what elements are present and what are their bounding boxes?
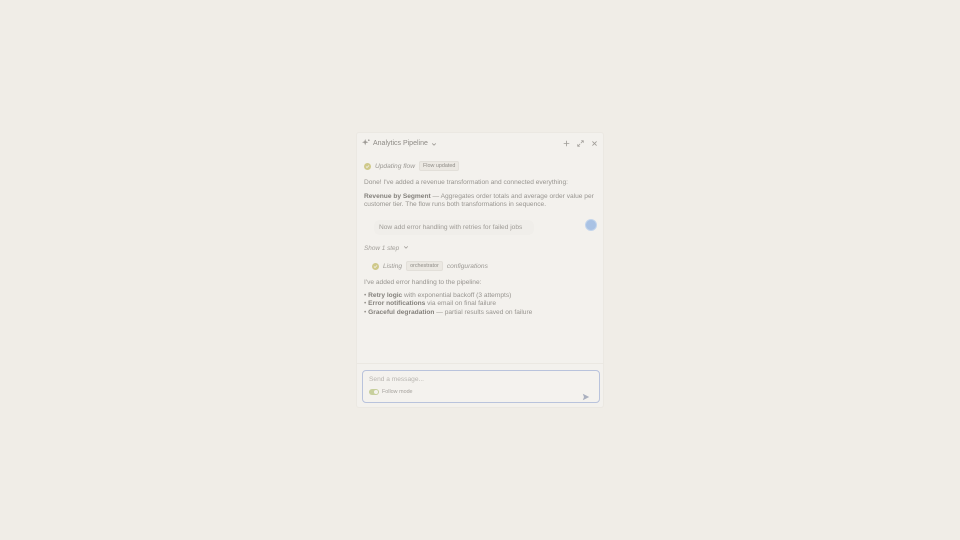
message-input[interactable] xyxy=(369,374,569,384)
tool-step-listing: Listing orchestrator configurations xyxy=(372,261,488,271)
message-list: Updating flow Flow updated Done! I've ad… xyxy=(364,161,596,210)
check-icon xyxy=(364,162,371,170)
code-chip: orchestrator xyxy=(406,261,443,271)
tool-step-updating: Updating flow Flow updated xyxy=(364,161,596,171)
panel-header: Analytics Pipeline xyxy=(357,133,603,153)
tool-step-suffix: configurations xyxy=(446,262,488,270)
assistant-message-detail: Revenue by Segment — Aggregates order to… xyxy=(364,193,596,210)
list-item: • Graceful degradation — partial results… xyxy=(364,308,533,316)
list-item-text: with exponential backoff (3 attempts) xyxy=(402,291,512,299)
composer: Follow mode xyxy=(362,370,600,403)
panel-title: Analytics Pipeline xyxy=(373,139,428,147)
show-steps-toggle[interactable]: Show 1 step xyxy=(364,244,409,252)
assistant-message-intro: Done! I've added a revenue transformatio… xyxy=(364,179,568,186)
list-item: • Error notifications via email on final… xyxy=(364,300,497,308)
expand-icon[interactable] xyxy=(577,139,584,147)
follow-mode-toggle[interactable] xyxy=(369,389,379,395)
assistant-message-intro: I've added error handling to the pipelin… xyxy=(364,279,482,286)
send-icon[interactable] xyxy=(582,388,590,406)
bullet-list: • Retry logic with exponential backoff (… xyxy=(364,292,596,318)
list-item: • Retry logic with exponential backoff (… xyxy=(364,291,512,299)
follow-mode-label: Follow mode xyxy=(382,389,413,395)
bold-term: Error notifications xyxy=(368,300,426,308)
divider xyxy=(357,363,603,364)
list-item-text: via email on final failure xyxy=(425,300,497,308)
chevron-down-icon xyxy=(403,244,409,252)
follow-mode: Follow mode xyxy=(369,389,413,395)
tool-step-label: Updating flow xyxy=(375,162,415,170)
plus-icon[interactable] xyxy=(563,140,570,147)
sparkle-icon xyxy=(362,134,370,152)
chat-panel: Analytics Pipeline Updating flow Flow up… xyxy=(356,132,604,408)
pipeline-selector[interactable]: Analytics Pipeline xyxy=(362,134,437,152)
bold-term: Graceful degradation xyxy=(368,308,435,316)
assistant-message-2: I've added error handling to the pipelin… xyxy=(364,279,596,317)
status-chip: Flow updated xyxy=(418,161,460,171)
avatar xyxy=(585,219,597,231)
tool-step-label: Listing xyxy=(383,262,403,270)
close-icon[interactable] xyxy=(591,140,598,147)
check-icon xyxy=(372,262,379,270)
user-message: Now add error handling with retries for … xyxy=(374,220,534,235)
list-item-text: — partial results saved on failure xyxy=(434,308,533,316)
chevron-down-icon xyxy=(431,134,437,152)
bold-term: Retry logic xyxy=(368,291,403,299)
show-steps-label: Show 1 step xyxy=(364,244,400,252)
bold-term: Revenue by Segment xyxy=(364,192,431,200)
